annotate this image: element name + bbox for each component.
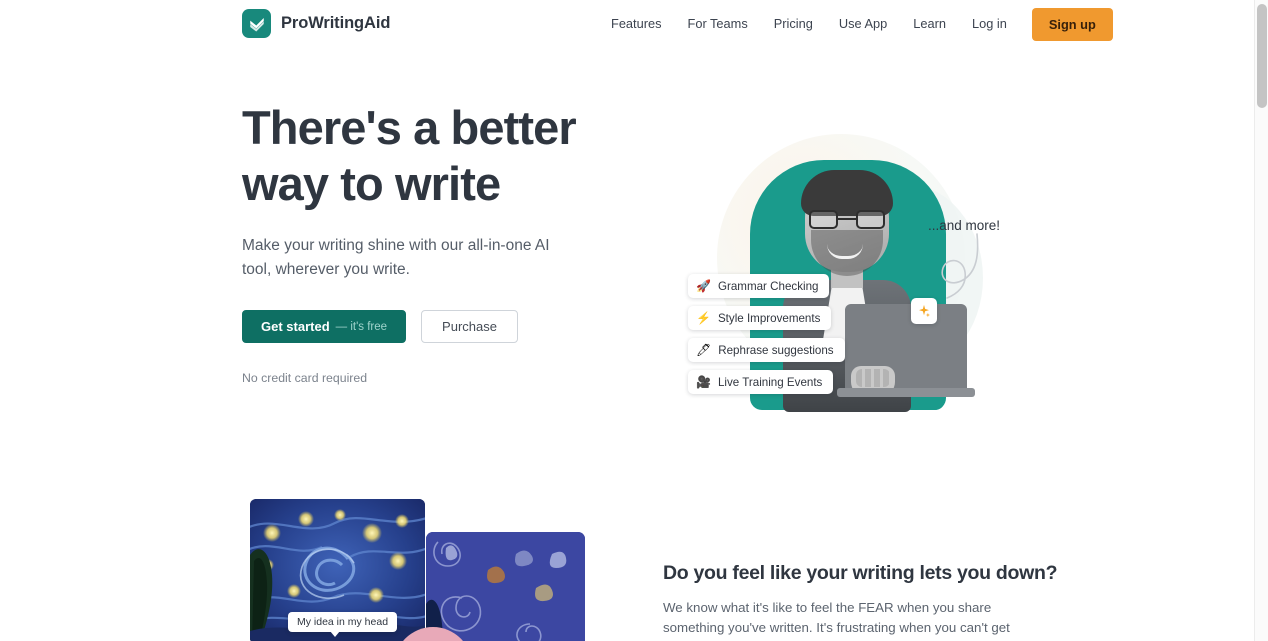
and-more-annotation: ...and more!: [928, 218, 1001, 233]
feature-chip-label: Rephrase suggestions: [718, 343, 834, 357]
nav-item-features[interactable]: Features: [598, 12, 675, 37]
lightning-icon: ⚡: [696, 311, 711, 325]
hero-actions: Get started — it's free Purchase: [242, 310, 602, 343]
hero-section: There's a better way to write Make your …: [0, 48, 1254, 480]
feature-chip-grammar-checking: 🚀 Grammar Checking: [688, 274, 830, 298]
nav-item-for-teams[interactable]: For Teams: [675, 12, 761, 37]
nav-item-use-app[interactable]: Use App: [826, 12, 900, 37]
sparkle-badge: [911, 298, 937, 324]
purchase-button[interactable]: Purchase: [421, 310, 518, 343]
feature-chip-label: Style Improvements: [717, 311, 821, 325]
rocket-icon: 🚀: [696, 279, 711, 293]
brand-name: ProWritingAid: [281, 14, 391, 32]
brand-logo-link[interactable]: ProWritingAid: [242, 9, 390, 38]
feature-chip-live-training-events: 🎥 Live Training Events: [688, 370, 834, 394]
hero-illustration: 🚀 Grammar Checking ⚡ Style Improvements …: [655, 108, 1035, 438]
curved-arrow-icon: [941, 233, 979, 299]
laptop-base: [837, 388, 975, 397]
nav-item-learn[interactable]: Learn: [900, 12, 959, 37]
sketch-version-panel: [426, 532, 585, 641]
artwork-comparison: My idea in my head: [250, 499, 590, 641]
lower-copy: Do you feel like your writing lets you d…: [663, 562, 1058, 641]
nav-item-log-in[interactable]: Log in: [959, 12, 1020, 37]
hero-subtitle: Make your writing shine with our all-in-…: [242, 237, 550, 278]
feature-chip-label: Grammar Checking: [717, 279, 819, 293]
page-scrollbar[interactable]: [1254, 0, 1268, 641]
feature-chip-list: 🚀 Grammar Checking ⚡ Style Improvements …: [688, 274, 845, 394]
site-header: ProWritingAid Features For Teams Pricing…: [0, 0, 1254, 48]
get-started-suffix: — it's free: [335, 320, 388, 333]
get-started-button[interactable]: Get started — it's free: [242, 310, 407, 343]
feature-chip-style-improvements: ⚡ Style Improvements: [688, 306, 832, 330]
feature-chip-rephrase-suggestions: 🖊 Rephrase suggestions: [688, 338, 845, 362]
sparkle-icon: [919, 304, 931, 318]
video-camera-icon: 🎥: [696, 375, 711, 389]
idea-tooltip: My idea in my head: [288, 612, 398, 637]
main-navigation: Features For Teams Pricing Use App Learn…: [598, 0, 1113, 48]
hero-title-line-2: way to write: [242, 157, 501, 210]
hero-title-line-1: There's a better: [242, 101, 577, 154]
prowritingaid-logo-icon: [242, 9, 271, 38]
lower-section: My idea in my head Do you feel like your…: [0, 480, 1254, 641]
feature-chip-label: Live Training Events: [717, 375, 823, 389]
no-credit-card-note: No credit card required: [242, 371, 368, 385]
sign-up-button[interactable]: Sign up: [1031, 7, 1113, 41]
page-root: ProWritingAid Features For Teams Pricing…: [0, 0, 1268, 641]
get-started-label: Get started: [261, 319, 330, 334]
page-title: There's a better way to write: [242, 100, 602, 212]
section-body: We know what it's like to feel the FEAR …: [663, 600, 1010, 641]
magic-wand-icon: 🖊: [696, 343, 712, 357]
hero-copy: There's a better way to write Make your …: [242, 100, 602, 385]
person-glasses: [809, 210, 885, 229]
nav-item-pricing[interactable]: Pricing: [761, 12, 826, 37]
section-heading: Do you feel like your writing lets you d…: [663, 562, 1058, 584]
scrollbar-thumb[interactable]: [1257, 4, 1267, 108]
